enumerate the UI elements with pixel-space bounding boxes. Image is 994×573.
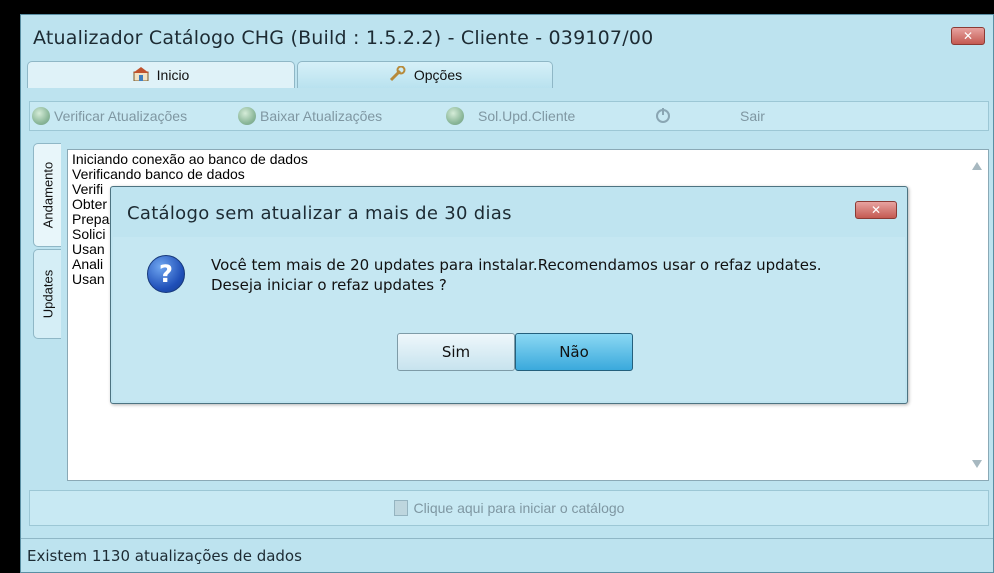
log-line: Verificando banco de dados [72, 166, 245, 182]
sim-button[interactable]: Sim [397, 333, 515, 371]
globe-icon [32, 107, 50, 125]
sim-button-mnemonic: S [441, 343, 452, 361]
iniciar-catalogo-label: Clique aqui para iniciar o catálogo [413, 500, 625, 516]
tab-inicio-label: Inicio [156, 67, 190, 83]
baixar-atualizacoes-button[interactable]: Baixar Atualizações [238, 106, 382, 126]
sair-button[interactable]: Sair [656, 106, 765, 126]
scroll-up-arrow-icon[interactable] [972, 162, 982, 170]
log-scrollbar[interactable] [968, 150, 988, 480]
dialog-message-line2: Deseja iniciar o refaz updates ? [211, 276, 447, 294]
solupd-label: Sol.Upd.Cliente [478, 108, 576, 124]
side-tabs: Andamento Updates [33, 139, 63, 379]
tab-andamento[interactable]: Andamento [33, 143, 61, 247]
iniciar-catalogo-button[interactable]: Clique aqui para iniciar o catálogo [29, 490, 989, 526]
window-close-button[interactable]: ✕ [951, 27, 985, 45]
nao-button[interactable]: Não [515, 333, 633, 371]
dialog-close-button[interactable]: ✕ [855, 201, 897, 219]
question-icon: ? [147, 255, 185, 293]
scroll-down-arrow-icon[interactable] [972, 460, 982, 468]
dialog-title: Catálogo sem atualizar a mais de 30 dias [127, 203, 512, 224]
nao-button-label: ão [570, 343, 589, 361]
tab-opcoes-label: Opções [413, 67, 463, 83]
tab-andamento-label: Andamento [40, 161, 55, 229]
toolbar: Verificar Atualizações Baixar Atualizaçõ… [29, 101, 989, 131]
window-title: Atualizador Catálogo CHG (Build : 1.5.2.… [33, 27, 654, 49]
dialog-body: ? Você tem mais de 20 updates para insta… [113, 237, 905, 401]
tab-updates[interactable]: Updates [33, 249, 61, 339]
update-warning-dialog: Catálogo sem atualizar a mais de 30 dias… [110, 186, 908, 404]
dialog-message: Você tem mais de 20 updates para instala… [211, 255, 822, 295]
wrench-icon [388, 65, 406, 85]
log-line: Iniciando conexão ao banco de dados [72, 151, 308, 167]
power-icon [656, 108, 670, 123]
globe-download-icon [238, 107, 256, 125]
dialog-message-line1: Você tem mais de 20 updates para instala… [211, 256, 822, 274]
sol-upd-cliente-button[interactable]: Sol.Upd.Cliente [446, 106, 575, 126]
globe-user-icon [446, 107, 464, 125]
nao-button-mnemonic: N [559, 343, 571, 361]
house-icon [132, 66, 149, 84]
verificar-atualizacoes-button[interactable]: Verificar Atualizações [32, 106, 187, 126]
sair-label: Sair [740, 108, 765, 124]
tab-inicio[interactable]: Inicio [27, 61, 295, 88]
status-bar: Existem 1130 atualizações de dados [21, 538, 993, 572]
tab-opcoes[interactable]: Opções [297, 61, 553, 88]
sim-button-label: im [451, 343, 471, 361]
tab-updates-label: Updates [40, 269, 55, 319]
catalog-icon [393, 500, 408, 516]
baixar-label: Baixar Atualizações [260, 108, 383, 124]
verificar-label: Verificar Atualizações [54, 108, 188, 124]
